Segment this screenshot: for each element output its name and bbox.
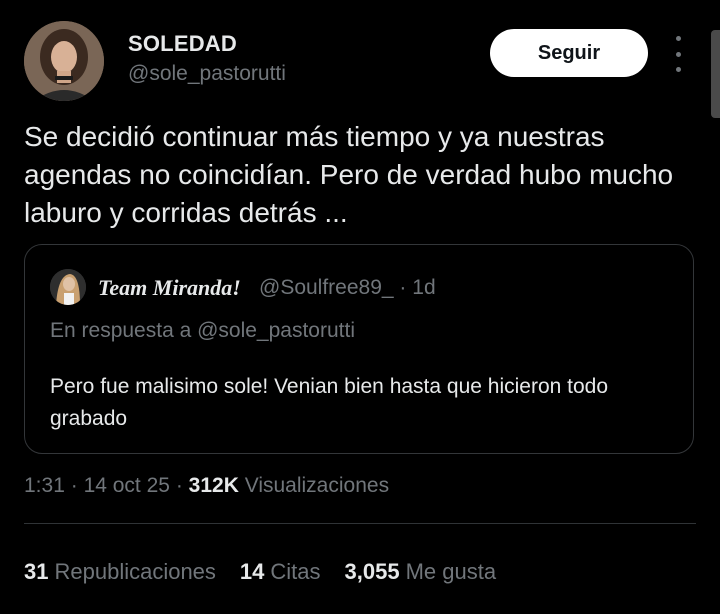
author-avatar[interactable] (24, 21, 104, 101)
separator: · (175, 474, 183, 497)
likes-stat[interactable]: 3,055 Me gusta (345, 559, 497, 585)
separator: · (70, 474, 78, 497)
quoted-tweet-text: Pero fue malisimo sole! Venian bien hast… (50, 375, 609, 430)
reposts-stat[interactable]: 31 Republicaciones (24, 559, 216, 585)
author-handle[interactable]: @sole_pastorutti (128, 62, 286, 86)
divider (24, 523, 696, 524)
quoted-tweet-age: 1d (412, 276, 436, 299)
tweet-text: Se decidió continuar más tiempo y ya nue… (24, 121, 674, 228)
quoted-tweet-card[interactable]: Team Miranda! @Soulfree89_ · 1d En respu… (24, 244, 694, 454)
reposts-label: Republicaciones (54, 559, 216, 584)
likes-label: Me gusta (405, 559, 497, 584)
more-options-icon[interactable] (666, 36, 690, 72)
quotes-count: 14 (239, 559, 265, 584)
dot (675, 51, 681, 57)
quoted-author-meta: @Soulfree89_ · 1d (259, 276, 436, 300)
reposts-count: 31 (24, 559, 49, 584)
scrollbar[interactable] (711, 30, 720, 118)
views-label: Visualizaciones (244, 474, 390, 497)
separator: · (399, 276, 407, 299)
quoted-author-handle[interactable]: @Soulfree89_ (259, 276, 394, 299)
reply-context: En respuesta a @sole_pastorutti (50, 319, 355, 342)
quoted-author-name[interactable]: Team Miranda! (98, 275, 241, 301)
follow-button[interactable]: Seguir (490, 29, 648, 77)
tweet-meta: 1:31 · 14 oct 25 · 312K Visualizaciones (24, 474, 389, 498)
tweet-date[interactable]: 14 oct 25 (84, 474, 170, 497)
author-name[interactable]: SOLEDAD (128, 31, 237, 57)
quotes-stat[interactable]: 14 Citas (240, 559, 321, 585)
views-count: 312K (188, 474, 239, 497)
likes-count: 3,055 (344, 559, 400, 584)
tweet-time[interactable]: 1:31 (24, 474, 65, 497)
dot (675, 67, 681, 72)
engagement-stats: 31 Republicaciones 14 Citas 3,055 Me gusta (24, 559, 520, 585)
dot (675, 36, 681, 41)
quoted-author-avatar[interactable] (50, 269, 86, 305)
quotes-label: Citas (270, 559, 321, 584)
